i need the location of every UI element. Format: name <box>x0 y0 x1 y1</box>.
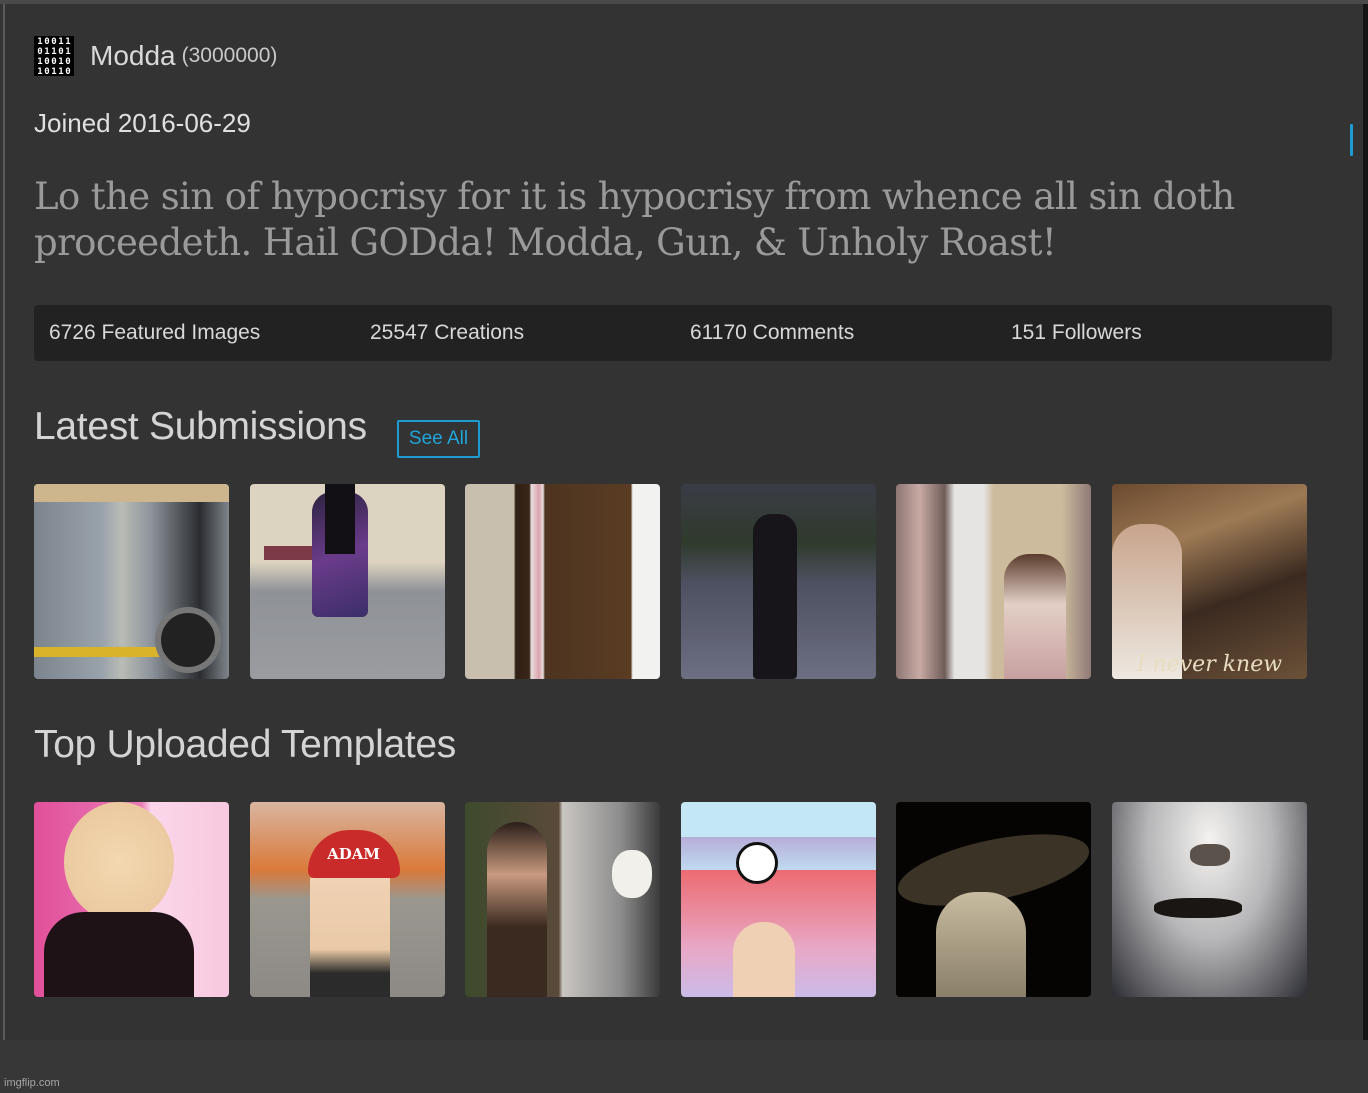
see-all-button[interactable]: See All <box>397 420 480 458</box>
stats-bar: 6726 Featured Images 25547 Creations 611… <box>34 305 1332 361</box>
footer-strip <box>0 1040 1368 1093</box>
avatar-binary-code-icon[interactable]: 10011011011001010110 <box>34 36 74 77</box>
avatar-binary-digit: 0 <box>44 37 50 47</box>
avatar-binary-digit: 0 <box>44 57 50 67</box>
avatar-binary-digit: 0 <box>58 47 64 57</box>
profile-bio: Lo the sin of hypocrisy for it is hypocr… <box>34 175 1235 264</box>
scrollbar-thumb[interactable] <box>1350 124 1353 156</box>
stat-featured-images[interactable]: 6726 Featured Images <box>49 321 260 345</box>
profile-header: 10011011011001010110 Modda (3000000) <box>34 36 278 77</box>
avatar-binary-digit: 1 <box>37 37 43 47</box>
stat-creations[interactable]: 25547 Creations <box>370 321 524 345</box>
submission-thumbnail[interactable] <box>465 484 661 679</box>
avatar-binary-digit: 0 <box>65 57 71 67</box>
username[interactable]: Modda <box>90 40 176 72</box>
stat-comments[interactable]: 61170 Comments <box>690 321 854 345</box>
submission-caption: I never knew <box>1136 652 1283 677</box>
template-thumbnail[interactable] <box>34 802 229 997</box>
top-templates-grid: ADAM <box>34 802 1328 997</box>
window-right-edge <box>1363 4 1368 1040</box>
avatar-binary-digit: 0 <box>37 47 43 57</box>
avatar-binary-digit: 1 <box>51 47 57 57</box>
avatar-binary-digit: 1 <box>44 47 50 57</box>
avatar-binary-digit: 1 <box>58 67 64 77</box>
stat-followers[interactable]: 151 Followers <box>1011 321 1142 345</box>
avatar-binary-digit: 1 <box>65 37 71 47</box>
submission-thumbnail[interactable] <box>249 484 445 679</box>
template-thumbnail[interactable] <box>1111 802 1307 997</box>
avatar-binary-digit: 0 <box>44 67 50 77</box>
top-templates-title: Top Uploaded Templates <box>34 723 456 766</box>
avatar-binary-digit: 0 <box>51 37 57 47</box>
template-thumbnail[interactable] <box>896 802 1092 997</box>
template-thumbnail[interactable] <box>465 802 661 997</box>
submission-thumbnail[interactable] <box>680 484 876 679</box>
submission-thumbnail[interactable]: I never knew <box>1111 484 1307 679</box>
avatar-binary-digit: 1 <box>37 67 43 77</box>
user-points: (3000000) <box>181 44 278 67</box>
template-thumbnail[interactable]: ADAM <box>249 802 445 997</box>
latest-submissions-title: Latest Submissions <box>34 405 367 448</box>
avatar-binary-digit: 1 <box>58 37 64 47</box>
joined-date: Joined 2016-06-29 <box>34 108 251 138</box>
avatar-binary-digit: 0 <box>65 67 71 77</box>
avatar-binary-digit: 1 <box>65 47 71 57</box>
latest-submissions-grid: I never knew <box>34 484 1328 679</box>
avatar-binary-digit: 0 <box>51 57 57 67</box>
avatar-binary-digit: 1 <box>51 67 57 77</box>
avatar-binary-digit: 1 <box>58 57 64 67</box>
watermark: imgflip.com <box>4 1077 60 1089</box>
submission-thumbnail[interactable] <box>896 484 1092 679</box>
avatar-binary-digit: 1 <box>37 57 43 67</box>
template-thumbnail[interactable] <box>680 802 876 997</box>
submission-thumbnail[interactable] <box>34 484 229 679</box>
